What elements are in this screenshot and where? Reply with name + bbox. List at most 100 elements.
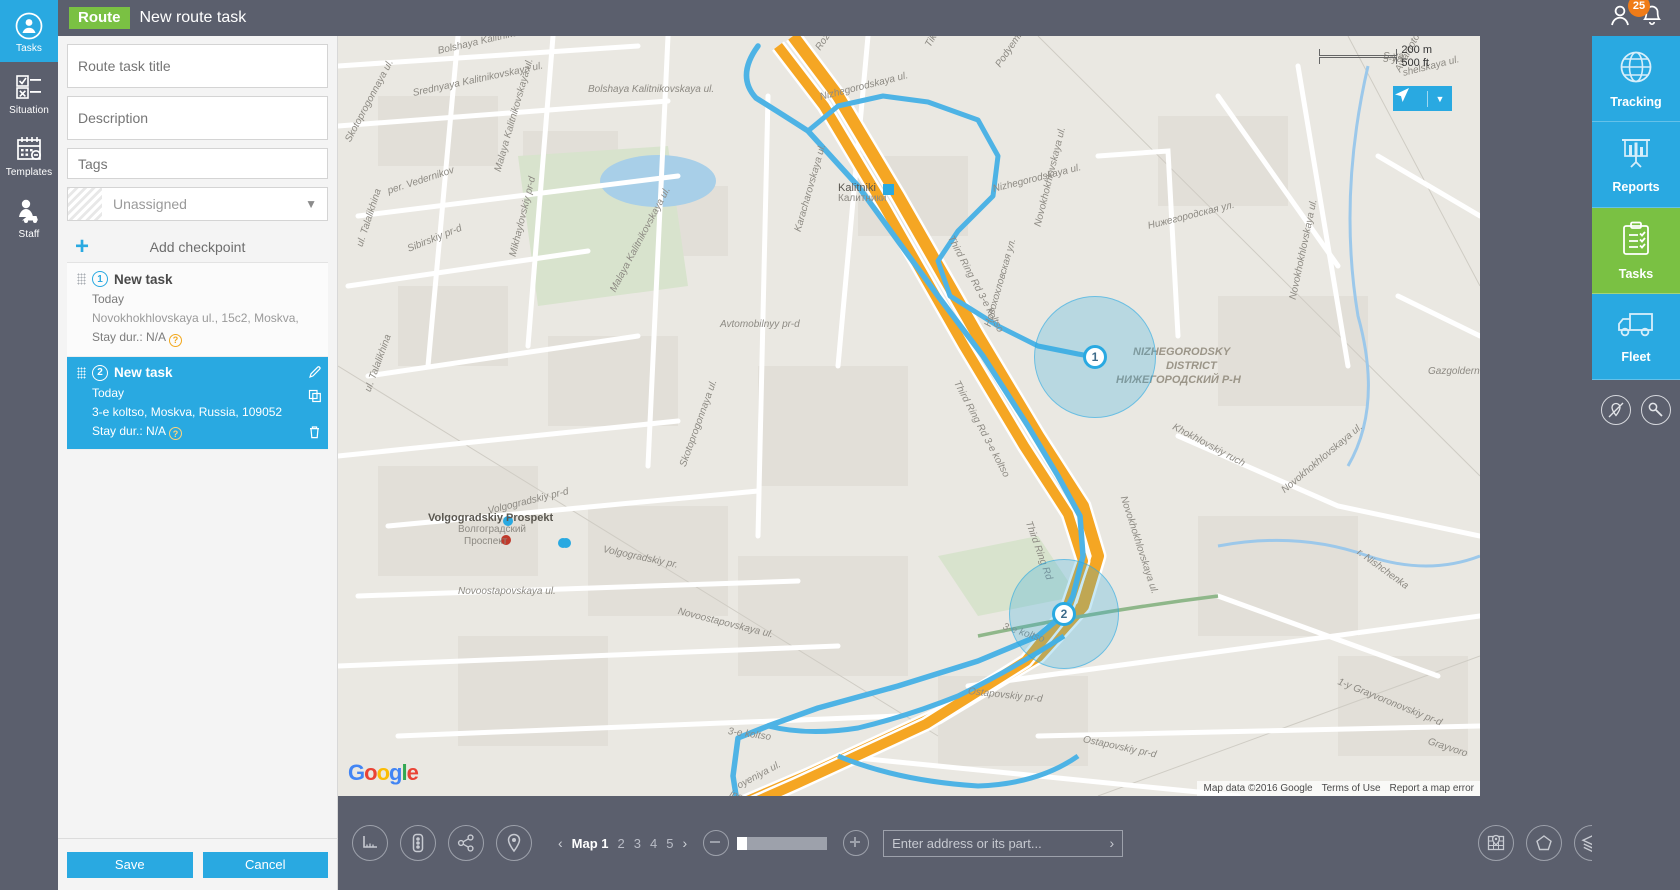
help-question-icon[interactable]: ? (169, 333, 183, 347)
pager-page-5[interactable]: 5 (666, 836, 673, 851)
sidebar-item-situation[interactable]: Situation (0, 62, 58, 124)
locate-control[interactable]: ▼ (1393, 86, 1452, 111)
pager-page-3[interactable]: 3 (634, 836, 641, 851)
map-vector-layer (338, 36, 1480, 796)
ruler-icon[interactable] (352, 825, 388, 861)
zoom-slider[interactable] (737, 836, 828, 850)
pager-page-4[interactable]: 4 (650, 836, 657, 851)
nav-item-label: Tracking (1610, 94, 1662, 109)
map-marker-1[interactable]: 1 (1083, 345, 1107, 369)
map-scale: 200 m 500 ft (1319, 44, 1432, 69)
map-attribution: Map data ©2016 Google Terms of Use Repor… (1197, 781, 1480, 796)
logo-char: o (376, 760, 390, 785)
pager-page-2[interactable]: 2 (618, 836, 625, 851)
app-root: Tasks Situation Templates Staff Route Ne… (0, 0, 1680, 890)
sidebar-item-label: Templates (5, 167, 53, 178)
chevron-down-icon: ▼ (305, 197, 317, 211)
address-search-box[interactable]: › (883, 829, 1124, 857)
scale-imperial-label: 500 ft (1401, 57, 1429, 69)
checkpoint-item[interactable]: 2 New task Today 3-e koltso, Moskva, Rus… (67, 356, 328, 450)
sidebar-item-tasks[interactable]: Tasks (0, 0, 58, 62)
user-circle-icon (15, 12, 43, 40)
stay-text: Stay dur.: N/A (92, 330, 167, 344)
sidebar-item-label: Situation (9, 105, 49, 116)
globe-icon (1618, 49, 1654, 90)
right-sidebar: 25 Tracking Reports Tasks Fleet (1592, 0, 1680, 890)
share-icon[interactable] (448, 825, 484, 861)
calendar-icon (15, 136, 43, 164)
edit-icon[interactable] (308, 365, 322, 379)
nav-item-tracking[interactable]: Tracking (1592, 36, 1680, 122)
google-logo: Google (348, 760, 419, 786)
right-rail-tools (1592, 380, 1680, 440)
checkpoint-header: 1 New task (77, 271, 300, 287)
window-titlebar: Route New route task (58, 0, 1680, 36)
checkpoint-stay-duration: Stay dur.: N/A? (77, 330, 300, 347)
help-question-icon[interactable]: ? (169, 427, 183, 440)
description-input[interactable] (67, 96, 328, 140)
page-title: New route task (139, 9, 247, 26)
zoom-controls (703, 830, 870, 856)
copy-icon[interactable] (308, 389, 322, 403)
map-marker-icon[interactable] (496, 825, 532, 861)
attr-report-link[interactable]: Report a map error (1390, 783, 1474, 794)
address-search-submit[interactable]: › (1109, 835, 1114, 851)
zoom-in-button[interactable] (843, 830, 870, 856)
wrench-icon[interactable] (1641, 395, 1671, 425)
delete-icon[interactable] (308, 425, 322, 439)
pager-prev-button[interactable]: ‹ (558, 835, 563, 851)
cancel-button[interactable]: Cancel (202, 851, 328, 878)
zoom-out-button[interactable] (703, 830, 730, 856)
checklist-icon (15, 74, 43, 102)
assignee-select[interactable]: Unassigned ▼ (67, 187, 328, 221)
attr-terms-link[interactable]: Terms of Use (1322, 783, 1381, 794)
sidebar-item-staff[interactable]: Staff (0, 186, 58, 248)
pager-next-button[interactable]: › (682, 835, 687, 851)
checkpoint-day: Today (92, 292, 125, 306)
scale-bar-metric (1319, 49, 1398, 56)
checkpoint-title: New task (114, 365, 173, 380)
route-badge: Route (69, 7, 130, 29)
marker-add-icon[interactable] (1601, 395, 1631, 425)
checkpoint-address: Novokhokhlovskaya ul., 15c2, Moskva, Rus… (92, 311, 300, 325)
map-toolbar: ‹ Map 1 2 3 4 5 › › (338, 796, 1680, 890)
address-search-input[interactable] (892, 835, 1110, 851)
traffic-light-icon[interactable] (400, 825, 436, 861)
checkpoint-day: Today (92, 385, 125, 400)
save-button[interactable]: Save (67, 851, 193, 878)
geofence-icon[interactable] (1526, 825, 1562, 861)
nav-item-reports[interactable]: Reports (1592, 122, 1680, 208)
logo-char: e (406, 760, 419, 785)
pager-current-map[interactable]: Map 1 (572, 836, 609, 851)
sidebar-item-templates[interactable]: Templates (0, 124, 58, 186)
checkpoint-title: New task (114, 271, 173, 287)
chart-board-icon (1618, 136, 1654, 175)
drag-handle-icon[interactable] (77, 366, 86, 379)
route-task-title-input[interactable] (67, 44, 328, 88)
avatar-placeholder (68, 188, 102, 220)
notifications-bell[interactable]: 25 (1628, 0, 1663, 33)
logo-char: g (389, 760, 402, 785)
nav-item-tasks[interactable]: Tasks (1592, 208, 1680, 294)
map-canvas[interactable]: 1 2 Kalitniki Калитники Volgogradskiy Pr… (338, 36, 1480, 796)
route-task-panel: Unassigned ▼ + Add checkpoint 1 New task… (58, 36, 338, 890)
sidebar-item-label: Staff (18, 229, 40, 240)
map-marker-2[interactable]: 2 (1052, 602, 1076, 626)
scale-metric-label: 200 m (1401, 44, 1432, 56)
scale-bar-imperial (1319, 57, 1398, 64)
tags-input[interactable] (67, 148, 328, 179)
nav-item-label: Tasks (1618, 266, 1654, 281)
panel-footer: Save Cancel (58, 838, 337, 890)
map-pager: ‹ Map 1 2 3 4 5 › (558, 835, 687, 851)
poi-map-icon[interactable] (1478, 825, 1514, 861)
nav-item-label: Reports (1612, 179, 1660, 194)
checkpoint-item[interactable]: 1 New task Today Novokhokhlovskaya ul., … (67, 263, 328, 357)
panel-body: Unassigned ▼ + Add checkpoint 1 New task… (58, 36, 337, 838)
zoom-slider-handle[interactable] (737, 836, 748, 850)
nav-item-fleet[interactable]: Fleet (1592, 294, 1680, 380)
chevron-down-icon[interactable]: ▼ (1428, 94, 1452, 104)
drag-handle-icon[interactable] (77, 273, 86, 285)
add-checkpoint-button[interactable]: + Add checkpoint (67, 231, 328, 263)
checkpoint-number: 2 (92, 364, 108, 381)
left-sidebar: Tasks Situation Templates Staff (0, 0, 58, 890)
